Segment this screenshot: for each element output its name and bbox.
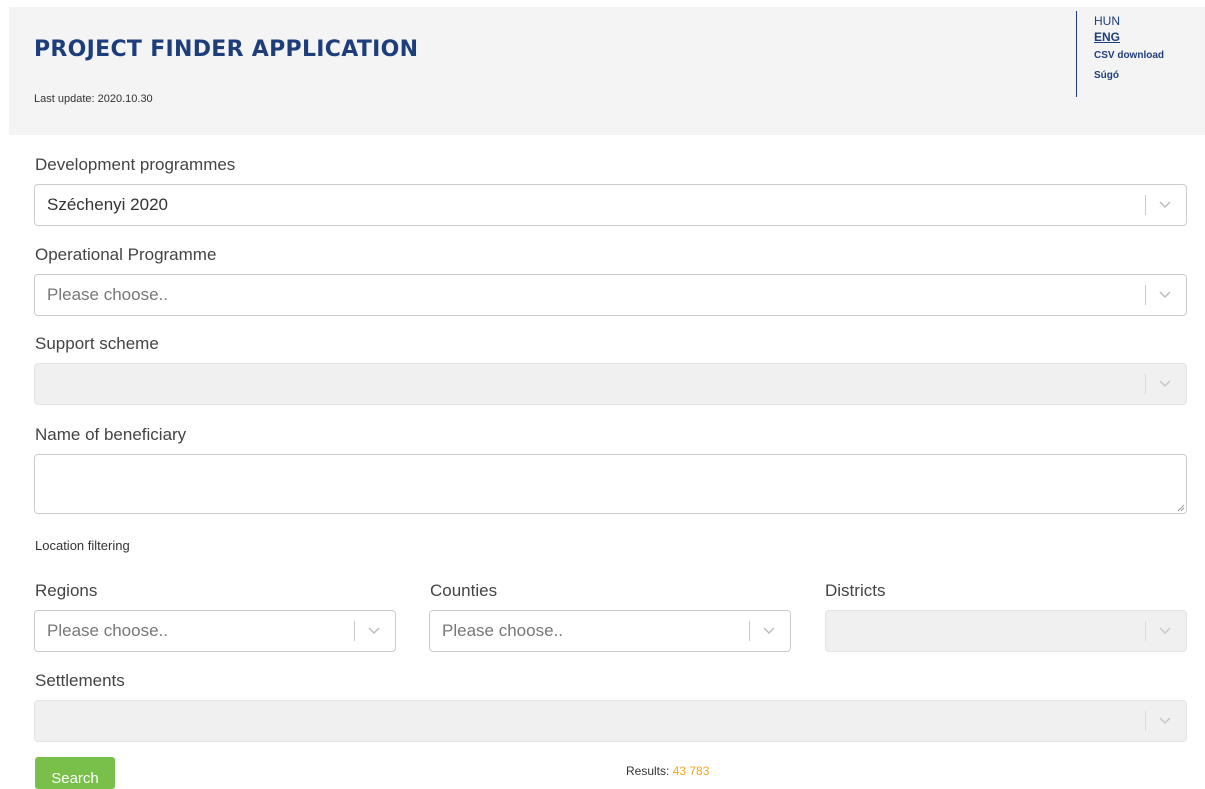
chevron-down-icon[interactable] <box>762 623 776 637</box>
operational-programme-placeholder: Please choose.. <box>47 285 168 304</box>
dev-programmes-select[interactable]: Széchenyi 2020 <box>34 184 1187 226</box>
districts-select[interactable] <box>825 610 1187 652</box>
last-update-value: 2020.10.30 <box>97 93 153 105</box>
chevron-down-icon[interactable] <box>1158 197 1172 211</box>
regions-select[interactable]: Please choose.. <box>34 610 396 652</box>
counties-placeholder: Please choose.. <box>442 621 563 640</box>
operational-programme-label: Operational Programme <box>35 245 217 264</box>
select-separator <box>1145 195 1146 215</box>
dev-programmes-label: Development programmes <box>35 155 236 174</box>
select-separator <box>1145 711 1146 731</box>
select-separator <box>1145 374 1146 394</box>
support-scheme-select[interactable] <box>34 363 1187 405</box>
help-link[interactable]: Súgó <box>1094 69 1164 83</box>
beneficiary-label: Name of beneficiary <box>35 425 187 444</box>
districts-label: Districts <box>825 581 886 600</box>
header-links: HUN ENG CSV download Súgó <box>1076 11 1164 97</box>
search-button[interactable]: Search <box>35 757 115 789</box>
settlements-label: Settlements <box>35 671 125 690</box>
resize-handle-icon[interactable] <box>1177 504 1185 512</box>
beneficiary-input[interactable] <box>34 454 1187 514</box>
counties-select[interactable]: Please choose.. <box>429 610 791 652</box>
csv-download-link[interactable]: CSV download <box>1094 49 1164 63</box>
chevron-down-icon <box>1159 717 1171 725</box>
last-update-label: Last update: <box>34 93 95 105</box>
regions-placeholder: Please choose.. <box>47 621 168 640</box>
operational-programme-select[interactable]: Please choose.. <box>34 274 1187 316</box>
app-title: PROJECT FINDER APPLICATION <box>34 37 419 62</box>
chevron-down-icon <box>1159 380 1171 388</box>
header-bar: PROJECT FINDER APPLICATION Last update: … <box>9 7 1205 135</box>
select-separator <box>749 621 750 641</box>
location-filtering-label: Location filtering <box>35 538 130 553</box>
regions-label: Regions <box>35 581 98 600</box>
support-scheme-label: Support scheme <box>35 334 159 353</box>
results-label: Results: <box>626 764 670 778</box>
chevron-down-icon[interactable] <box>367 623 381 637</box>
lang-eng-link[interactable]: ENG <box>1094 29 1164 45</box>
select-separator <box>1145 621 1146 641</box>
settlements-select[interactable] <box>34 700 1187 742</box>
dev-programmes-value: Széchenyi 2020 <box>47 195 168 214</box>
chevron-down-icon <box>1159 627 1171 635</box>
last-update: Last update: 2020.10.30 <box>34 93 153 105</box>
lang-hun-link[interactable]: HUN <box>1094 13 1164 29</box>
select-separator <box>354 621 355 641</box>
results-summary: Results: 43 783 <box>626 764 709 778</box>
select-separator <box>1145 285 1146 305</box>
chevron-down-icon[interactable] <box>1158 287 1172 301</box>
counties-label: Counties <box>430 581 498 600</box>
results-count: 43 783 <box>672 764 710 778</box>
